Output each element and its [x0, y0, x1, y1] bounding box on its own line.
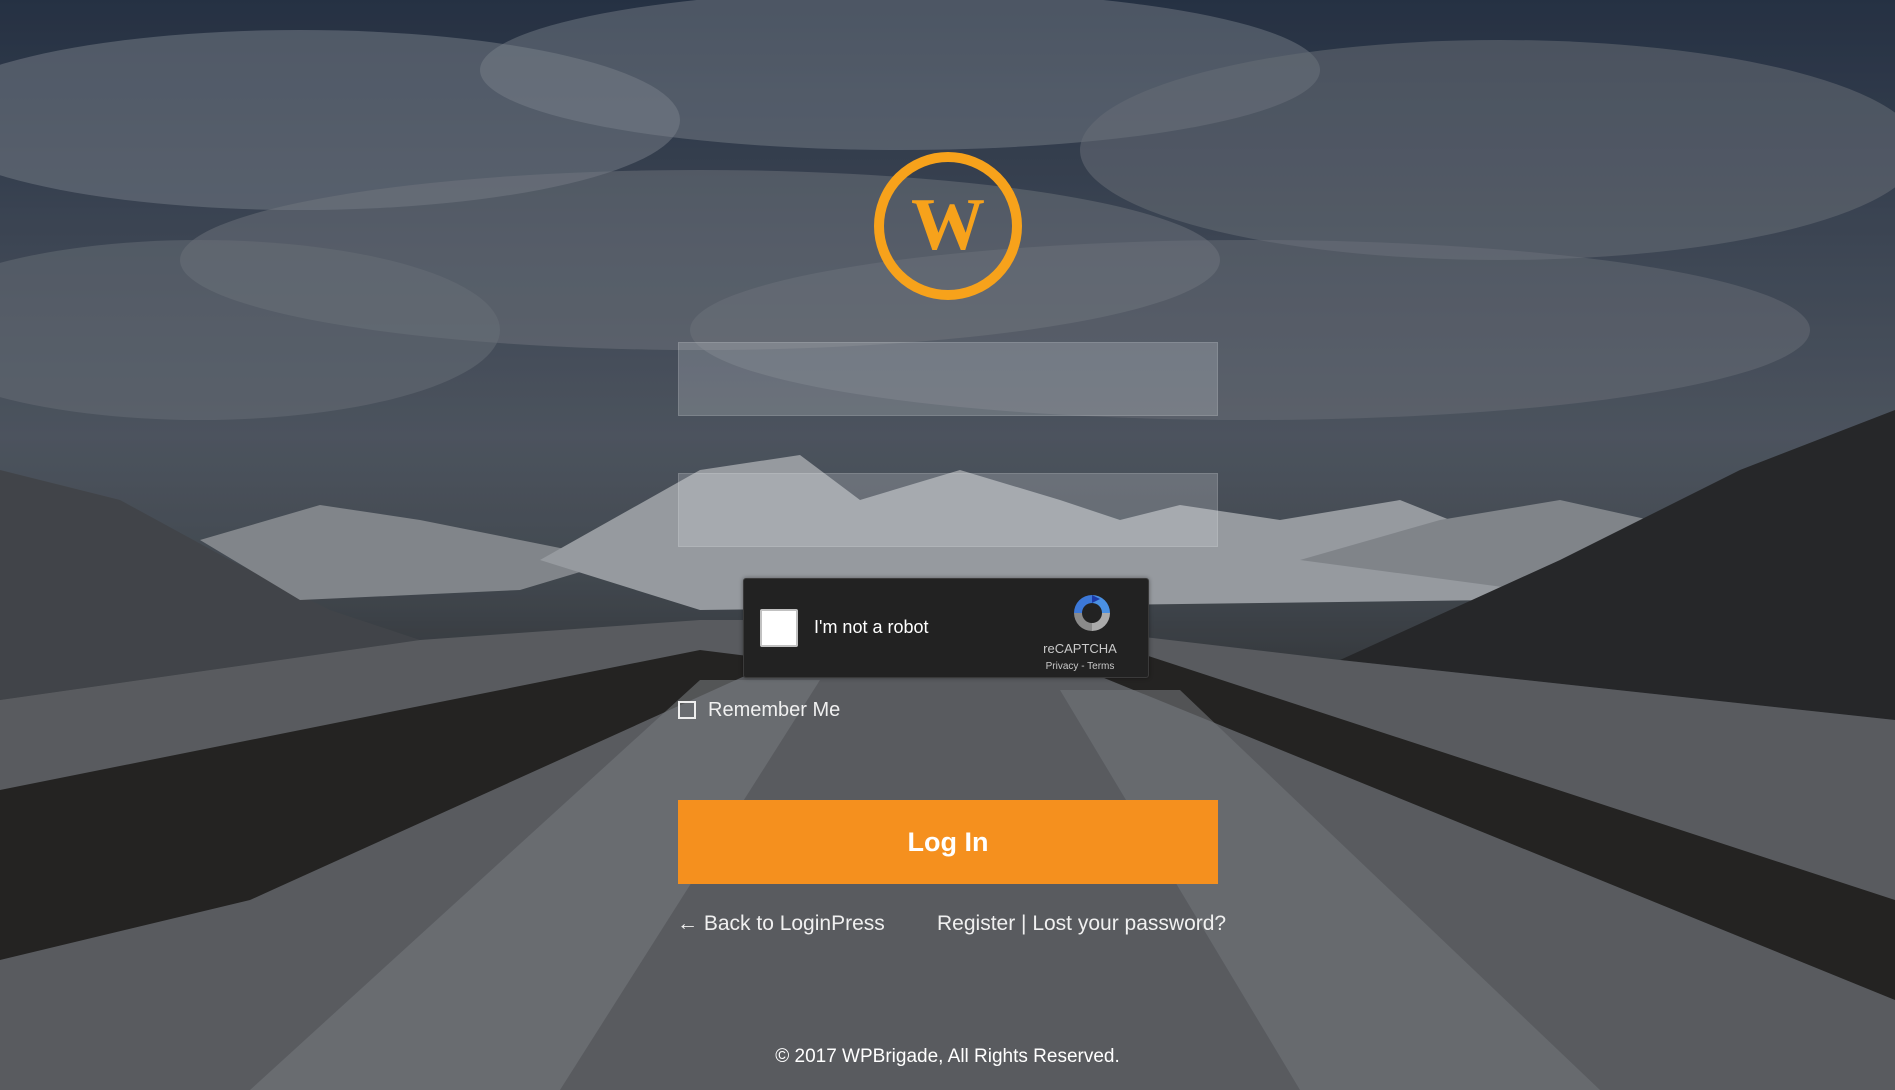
recaptcha-terms-link[interactable]: Terms: [1087, 661, 1114, 672]
recaptcha-widget: I'm not a robot reCAPTCHA Privacy - Term…: [743, 578, 1149, 678]
remember-me-checkbox[interactable]: [678, 701, 696, 719]
account-links-separator: |: [1015, 912, 1033, 935]
recaptcha-privacy-link[interactable]: Privacy: [1046, 661, 1079, 672]
register-link[interactable]: Register: [937, 912, 1015, 935]
recaptcha-links-separator: -: [1078, 661, 1088, 672]
recaptcha-logo-icon: [1070, 591, 1114, 635]
recaptcha-links: Privacy - Terms: [1014, 661, 1146, 672]
login-button[interactable]: Log In: [678, 800, 1218, 884]
recaptcha-checkbox[interactable]: [760, 609, 798, 647]
back-to-loginpress-link[interactable]: ← Back to LoginPress: [677, 912, 885, 936]
login-page: W I'm not a robot reCAPTCHA Privacy - Te…: [0, 0, 1895, 1090]
wordpress-logo-icon[interactable]: W: [873, 151, 1023, 301]
recaptcha-label: I'm not a robot: [814, 617, 929, 637]
lost-password-link[interactable]: Lost your password?: [1032, 912, 1226, 935]
password-input[interactable]: [678, 473, 1218, 547]
svg-text:W: W: [911, 184, 985, 266]
copyright-text: © 2017 WPBrigade, All Rights Reserved.: [775, 1046, 1120, 1067]
username-input[interactable]: [678, 342, 1218, 416]
account-links: Register | Lost your password?: [937, 912, 1226, 936]
recaptcha-brand: reCAPTCHA: [1043, 641, 1117, 656]
remember-me-row: Remember Me: [678, 697, 840, 723]
remember-me-label[interactable]: Remember Me: [708, 699, 840, 722]
